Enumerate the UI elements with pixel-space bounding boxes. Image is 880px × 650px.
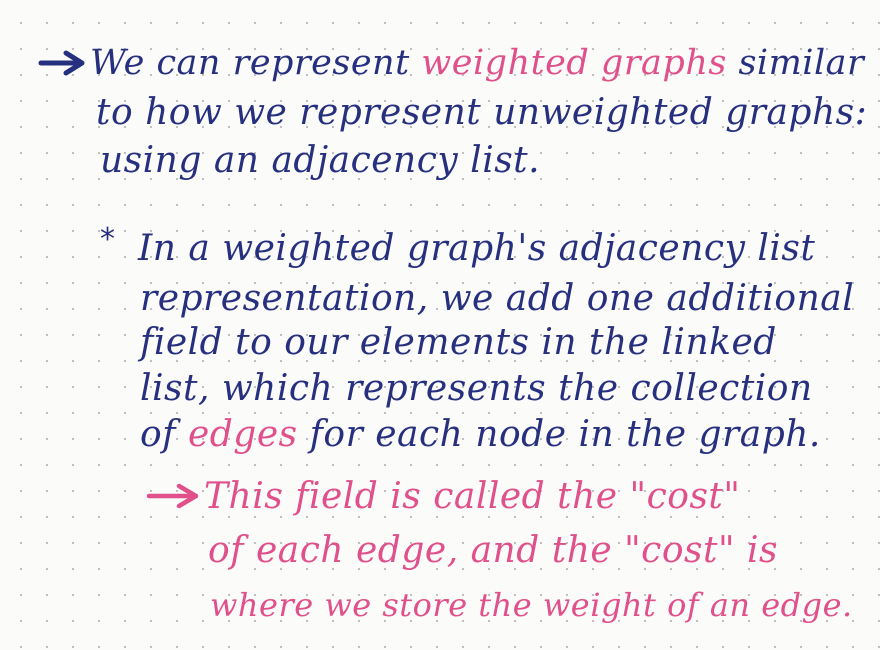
asterisk-icon: * [100,222,115,257]
text-segment: . [528,140,541,181]
paragraph2-line1: In a weighted graph's adjacency list [138,228,816,269]
blue-arrow-icon [38,50,85,76]
paragraph3-line2: of each edge, and the "cost" is [208,530,778,571]
pink-arrow-icon [146,483,199,509]
text-segment: similar [726,43,865,83]
paragraph2-line3: field to our elements in the linked [140,322,777,363]
paragraph2-line4: list, which represents the collection [140,368,813,409]
text-segment: of [140,414,188,455]
highlight-weighted-graphs: weighted graphs [421,43,727,83]
text-segment: for each node in the graph. [297,414,821,455]
highlight-adjacency-list: adjacency list [271,140,529,181]
paragraph3-line3: where we store the weight of an edge. [210,586,853,624]
paragraph2-line2: representation, we add one additional [140,278,855,319]
paragraph2-line5: of edges for each node in the graph. [140,414,821,456]
paragraph1-line1: We can represent weighted graphs similar [90,42,864,84]
text-segment: using an [100,140,272,181]
highlight-edges: edges [187,414,298,455]
text-segment: We can represent [90,43,422,83]
paragraph1-line3: using an adjacency list. [100,140,540,182]
handwritten-note: We can represent weighted graphs similar… [0,0,880,650]
paragraph1-line2: to how we represent unweighted graphs: [96,92,868,133]
paragraph3-line1: This field is called the "cost" [204,476,741,517]
